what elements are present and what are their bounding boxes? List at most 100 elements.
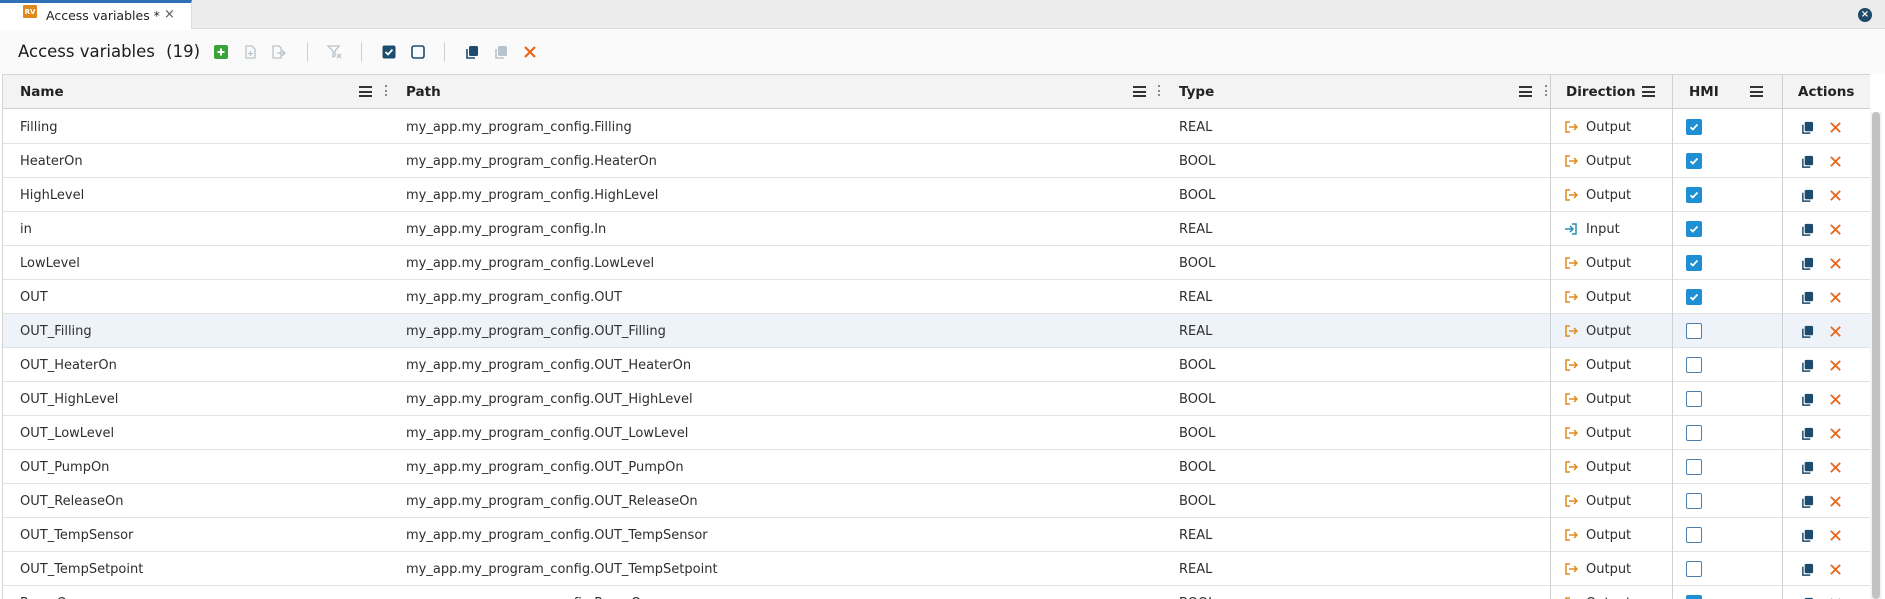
hmi-checkbox[interactable] xyxy=(1686,289,1702,305)
table-row[interactable]: Filling my_app.my_program_config.Filling R… xyxy=(3,110,1870,144)
cell-direction[interactable]: Output xyxy=(1564,450,1631,484)
table-row[interactable]: OUT_HeaterOn my_app.my_program_config.OUT… xyxy=(3,348,1870,382)
copy-row-icon[interactable] xyxy=(1800,528,1814,542)
table-row[interactable]: OUT_TempSetpoint my_app.my_program_config… xyxy=(3,552,1870,586)
cell-direction[interactable]: Output xyxy=(1564,110,1631,144)
hmi-checkbox[interactable] xyxy=(1686,493,1702,509)
copy-row-icon[interactable] xyxy=(1800,358,1814,372)
delete-row-icon[interactable] xyxy=(1828,358,1842,372)
hmi-checkbox[interactable] xyxy=(1686,459,1702,475)
uncheck-all-button[interactable] xyxy=(410,44,426,60)
delete-row-icon[interactable] xyxy=(1828,494,1842,508)
delete-row-icon[interactable] xyxy=(1828,426,1842,440)
copy-row-icon[interactable] xyxy=(1800,460,1814,474)
copy-row-icon[interactable] xyxy=(1800,222,1814,236)
cell-direction[interactable]: Output xyxy=(1564,246,1631,280)
delete-row-icon[interactable] xyxy=(1828,188,1842,202)
cell-direction[interactable]: Output xyxy=(1564,518,1631,552)
table-row[interactable]: OUT_ReleaseOn my_app.my_program_config.OU… xyxy=(3,484,1870,518)
delete-row-icon[interactable] xyxy=(1828,528,1842,542)
copy-row-icon[interactable] xyxy=(1800,290,1814,304)
column-header-path[interactable]: Path xyxy=(390,75,1161,109)
table-row[interactable]: OUT_Filling my_app.my_program_config.OUT_… xyxy=(3,314,1870,348)
column-resize-handle[interactable] xyxy=(1158,85,1161,98)
column-header-direction[interactable]: Direction xyxy=(1552,75,1672,109)
cell-direction[interactable]: Output xyxy=(1564,484,1631,518)
table-row[interactable]: LowLevel my_app.my_program_config.LowLeve… xyxy=(3,246,1870,280)
cell-direction[interactable]: Output xyxy=(1564,144,1631,178)
column-resize-handle[interactable] xyxy=(385,85,388,98)
table-row[interactable]: OUT_TempSensor my_app.my_program_config.O… xyxy=(3,518,1870,552)
cell-direction[interactable]: Output xyxy=(1564,178,1631,212)
tab-close-icon[interactable]: × xyxy=(164,7,175,22)
delete-row-icon[interactable] xyxy=(1828,392,1842,406)
delete-row-icon[interactable] xyxy=(1828,290,1842,304)
table-row[interactable]: OUT my_app.my_program_config.OUT REAL Outpu… xyxy=(3,280,1870,314)
add-from-button[interactable] xyxy=(242,44,258,60)
hmi-checkbox[interactable] xyxy=(1686,391,1702,407)
cell-direction[interactable]: Output xyxy=(1564,382,1631,416)
delete-row-icon[interactable] xyxy=(1828,460,1842,474)
column-header-hmi[interactable]: HMI xyxy=(1672,75,1782,109)
column-header-name[interactable]: Name xyxy=(3,75,388,109)
clear-filter-button[interactable] xyxy=(326,44,342,60)
cell-direction[interactable]: Output xyxy=(1564,416,1631,450)
hmi-checkbox[interactable] xyxy=(1686,255,1702,271)
cell-direction[interactable]: Input xyxy=(1564,212,1620,246)
delete-row-icon[interactable] xyxy=(1828,154,1842,168)
check-all-button[interactable] xyxy=(381,44,397,60)
hmi-checkbox[interactable] xyxy=(1686,357,1702,373)
table-row[interactable]: OUT_HighLevel my_app.my_program_config.OU… xyxy=(3,382,1870,416)
hmi-checkbox[interactable] xyxy=(1686,323,1702,339)
copy-row-icon[interactable] xyxy=(1800,426,1814,440)
table-row[interactable]: PumpOn my_app.my_program_config.PumpOn BOO… xyxy=(3,586,1870,599)
hmi-checkbox[interactable] xyxy=(1686,221,1702,237)
copy-row-icon[interactable] xyxy=(1800,324,1814,338)
column-resize-handle[interactable] xyxy=(1545,85,1548,98)
table-row[interactable]: HighLevel my_app.my_program_config.HighLe… xyxy=(3,178,1870,212)
hmi-checkbox[interactable] xyxy=(1686,595,1702,599)
delete-row-icon[interactable] xyxy=(1828,562,1842,576)
delete-row-icon[interactable] xyxy=(1828,324,1842,338)
hmi-checkbox[interactable] xyxy=(1686,153,1702,169)
close-editor-icon[interactable]: × xyxy=(1858,8,1872,22)
delete-button[interactable] xyxy=(522,44,538,60)
table-row[interactable]: OUT_PumpOn my_app.my_program_config.OUT_P… xyxy=(3,450,1870,484)
copy-row-icon[interactable] xyxy=(1800,188,1814,202)
cell-direction[interactable]: Output xyxy=(1564,586,1631,599)
column-menu-icon[interactable] xyxy=(1519,86,1532,97)
copy-row-icon[interactable] xyxy=(1800,494,1814,508)
copy-button[interactable] xyxy=(464,44,480,60)
delete-row-icon[interactable] xyxy=(1828,222,1842,236)
hmi-checkbox[interactable] xyxy=(1686,187,1702,203)
hmi-checkbox[interactable] xyxy=(1686,527,1702,543)
delete-row-icon[interactable] xyxy=(1828,256,1842,270)
column-menu-icon[interactable] xyxy=(359,86,372,97)
cell-direction[interactable]: Output xyxy=(1564,348,1631,382)
tab-access-variables[interactable]: RV Access variables * × xyxy=(0,0,192,29)
hmi-checkbox[interactable] xyxy=(1686,561,1702,577)
column-menu-icon[interactable] xyxy=(1642,86,1655,97)
add-variable-button[interactable] xyxy=(213,44,229,60)
copy-row-icon[interactable] xyxy=(1800,392,1814,406)
column-menu-icon[interactable] xyxy=(1133,86,1146,97)
cell-direction[interactable]: Output xyxy=(1564,314,1631,348)
copy-row-icon[interactable] xyxy=(1800,154,1814,168)
column-menu-icon[interactable] xyxy=(1750,86,1763,97)
table-row[interactable]: OUT_LowLevel my_app.my_program_config.OUT… xyxy=(3,416,1870,450)
copy-row-icon[interactable] xyxy=(1800,256,1814,270)
hmi-checkbox[interactable] xyxy=(1686,425,1702,441)
table-row[interactable]: HeaterOn my_app.my_program_config.HeaterO… xyxy=(3,144,1870,178)
hmi-checkbox[interactable] xyxy=(1686,119,1702,135)
vertical-scrollbar[interactable] xyxy=(1870,112,1882,599)
column-header-type[interactable]: Type xyxy=(1163,75,1550,109)
copy-row-icon[interactable] xyxy=(1800,120,1814,134)
scrollbar-thumb[interactable] xyxy=(1872,112,1880,599)
table-row[interactable]: in my_app.my_program_config.In REAL Input xyxy=(3,212,1870,246)
copy-row-icon[interactable] xyxy=(1800,562,1814,576)
paste-button[interactable] xyxy=(493,44,509,60)
cell-direction[interactable]: Output xyxy=(1564,552,1631,586)
delete-row-icon[interactable] xyxy=(1828,120,1842,134)
cell-direction[interactable]: Output xyxy=(1564,280,1631,314)
export-button[interactable] xyxy=(270,44,286,60)
